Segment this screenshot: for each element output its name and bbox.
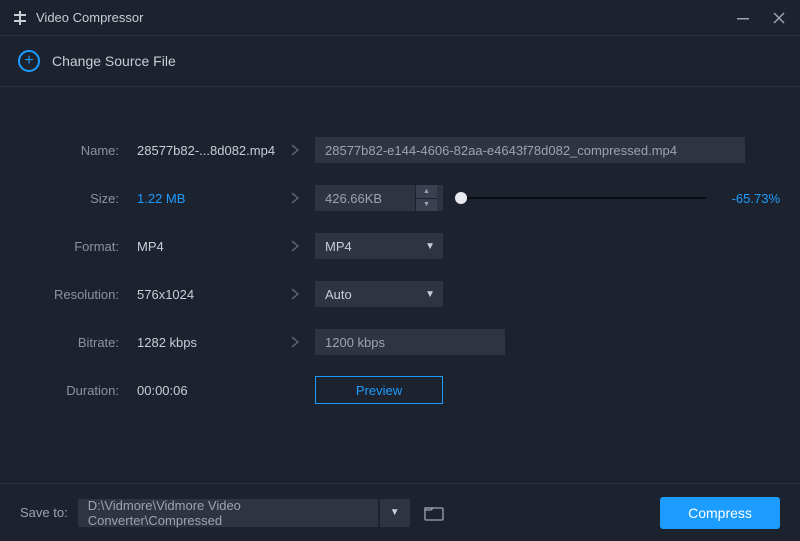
chevron-right-icon [275,335,315,349]
size-slider-thumb[interactable] [455,192,467,204]
chevron-right-icon [275,143,315,157]
app-icon [12,10,28,26]
bitrate-original: 1282 kbps [125,335,275,350]
compress-button[interactable]: Compress [660,497,780,529]
row-bitrate: Bitrate: 1282 kbps [20,329,780,355]
save-to-label: Save to: [20,505,68,520]
duration-value: 00:00:06 [125,383,275,398]
resolution-label: Resolution: [20,287,125,302]
size-output-spinner[interactable]: ▲ ▼ [315,185,443,211]
duration-label: Duration: [20,383,125,398]
row-format: Format: MP4 MP4 ▼ [20,233,780,259]
size-original: 1.22 MB [125,191,275,206]
change-source-row[interactable]: + Change Source File [0,36,800,87]
row-resolution: Resolution: 576x1024 Auto ▼ [20,281,780,307]
size-label: Size: [20,191,125,206]
titlebar: Video Compressor [0,0,800,36]
open-folder-button[interactable] [422,503,446,523]
window-title: Video Compressor [36,10,143,25]
close-button[interactable] [770,9,788,27]
row-duration: Duration: 00:00:06 Preview [20,377,780,403]
bitrate-label: Bitrate: [20,335,125,350]
resolution-selected: Auto [325,287,352,302]
size-output-input[interactable] [315,185,415,211]
preview-button[interactable]: Preview [315,376,443,404]
plus-icon: + [18,50,40,72]
format-original: MP4 [125,239,275,254]
size-slider[interactable] [457,197,706,199]
format-select[interactable]: MP4 ▼ [315,233,443,259]
resolution-select[interactable]: Auto ▼ [315,281,443,307]
save-path-dropdown[interactable]: ▼ [380,499,410,527]
format-label: Format: [20,239,125,254]
format-selected: MP4 [325,239,352,254]
save-path-field[interactable]: D:\Vidmore\Vidmore Video Converter\Compr… [78,499,378,527]
bitrate-output-input[interactable] [315,329,505,355]
size-step-up[interactable]: ▲ [416,185,437,199]
size-step-down[interactable]: ▼ [416,199,437,212]
save-path-text: D:\Vidmore\Vidmore Video Converter\Compr… [88,498,368,528]
chevron-right-icon [275,287,315,301]
row-size: Size: 1.22 MB ▲ ▼ -65.73% [20,185,780,211]
resolution-original: 576x1024 [125,287,275,302]
minimize-button[interactable] [734,9,752,27]
name-label: Name: [20,143,125,158]
chevron-down-icon: ▼ [425,289,435,300]
chevron-right-icon [275,191,315,205]
chevron-down-icon: ▼ [425,241,435,252]
footer: Save to: D:\Vidmore\Vidmore Video Conver… [0,483,800,541]
change-source-label: Change Source File [52,53,176,69]
row-name: Name: 28577b82-...8d082.mp4 [20,137,780,163]
chevron-right-icon [275,239,315,253]
name-output-input[interactable] [315,137,745,163]
form-area: Name: 28577b82-...8d082.mp4 Size: 1.22 M… [0,87,800,403]
size-reduction: -65.73% [720,191,780,206]
name-original: 28577b82-...8d082.mp4 [125,143,275,158]
